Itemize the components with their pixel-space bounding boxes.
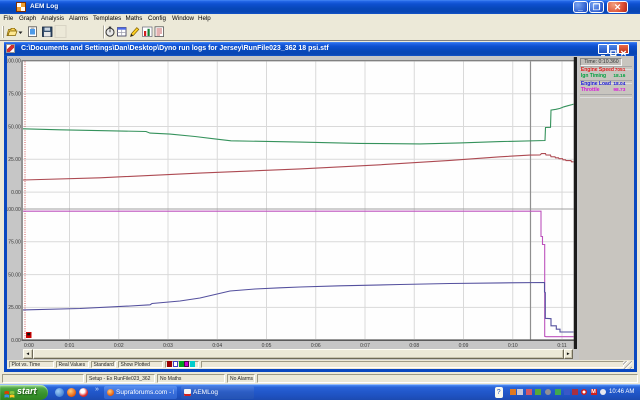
svg-text:50.00: 50.00	[8, 272, 21, 278]
svg-text:0:05: 0:05	[262, 343, 272, 349]
svg-text:0:02: 0:02	[114, 343, 124, 349]
svg-text:0:09: 0:09	[459, 343, 469, 349]
svg-text:0.00: 0.00	[11, 338, 21, 344]
svg-text:100.00: 100.00	[7, 58, 21, 64]
svg-text:0:04: 0:04	[212, 343, 222, 349]
svg-text:25.00: 25.00	[8, 305, 21, 311]
svg-text:100.00: 100.00	[7, 206, 21, 212]
svg-text:0:07: 0:07	[360, 343, 370, 349]
svg-text:0:08: 0:08	[409, 343, 419, 349]
svg-text:0.00: 0.00	[11, 189, 21, 195]
svg-text:0:00: 0:00	[24, 343, 34, 349]
svg-text:0:10: 0:10	[508, 343, 518, 349]
svg-text:75.00: 75.00	[8, 91, 21, 97]
svg-text:0:06: 0:06	[311, 343, 321, 349]
svg-text:50.00: 50.00	[8, 124, 21, 130]
svg-text:0:03: 0:03	[163, 343, 173, 349]
svg-text:25.00: 25.00	[8, 157, 21, 163]
svg-text:75.00: 75.00	[8, 239, 21, 245]
svg-text:0:01: 0:01	[65, 343, 75, 349]
svg-text:0:11: 0:11	[557, 343, 567, 349]
